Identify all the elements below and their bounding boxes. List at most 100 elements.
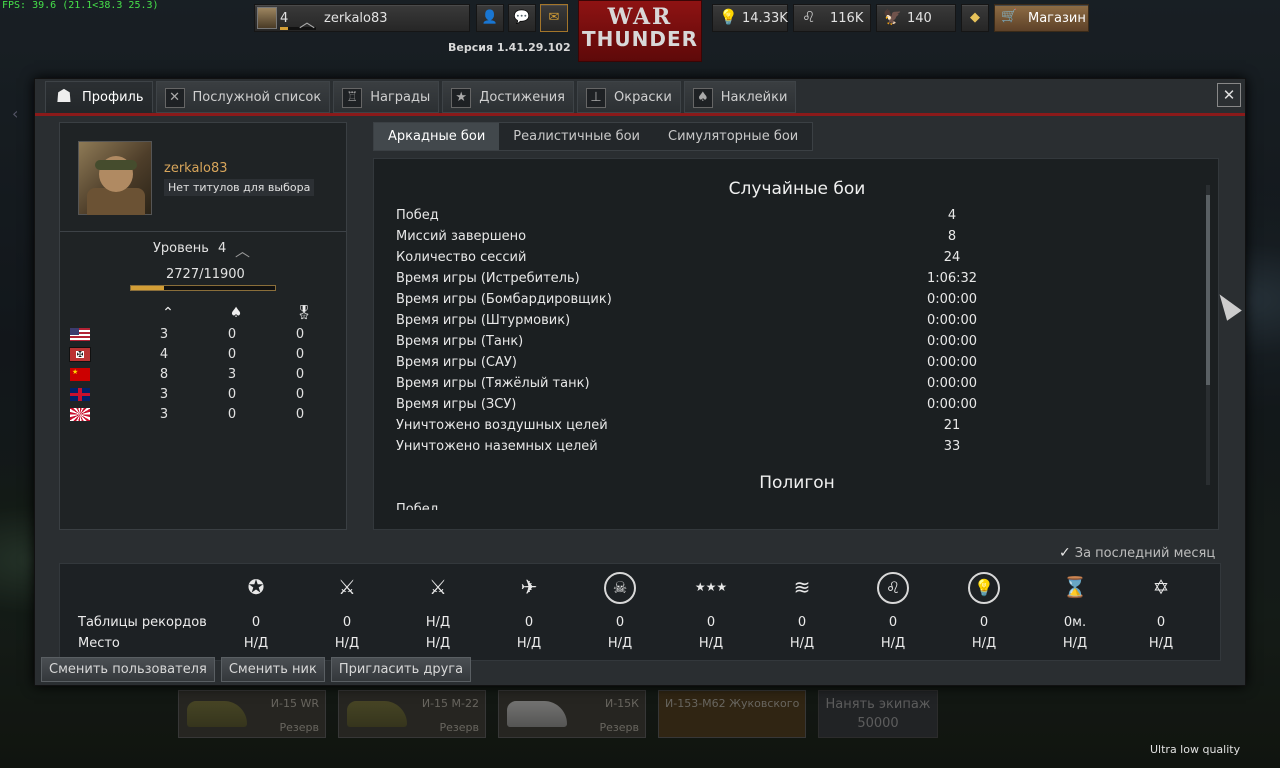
place-value: Н/Д	[607, 636, 633, 651]
aircraft-chevron-icon: ⌃	[162, 305, 174, 321]
germany-flag-icon: ✠	[69, 347, 91, 362]
nation-value: 8	[159, 367, 169, 382]
stat-label: Время игры (САУ)	[396, 355, 517, 370]
nation-value: 0	[295, 387, 305, 402]
rank-number: 4	[280, 11, 289, 26]
shop-button[interactable]: 🛒 Магазин	[994, 4, 1089, 32]
tab-arcade[interactable]: Аркадные бои	[374, 123, 500, 150]
stat-value: 21	[943, 418, 961, 433]
chevron-left-icon[interactable]: ‹	[12, 104, 18, 123]
profile-window: ☗ Профиль ✕ Послужной список ♖ Награды ★ Дос…	[34, 78, 1246, 686]
usa-flag-icon	[70, 328, 90, 341]
tab-realistic[interactable]: Реалистичные бои	[499, 123, 654, 150]
tab-label: Профиль	[82, 90, 144, 105]
scrollbar-thumb[interactable]	[1206, 195, 1210, 385]
trophy-icon: ♖	[342, 88, 363, 108]
nation-value: 3	[159, 327, 169, 342]
place-label: Место	[78, 636, 120, 651]
nation-value: 3	[159, 387, 169, 402]
avatar	[257, 7, 277, 29]
place-value: Н/Д	[880, 636, 906, 651]
player-name: zerkalo83	[164, 161, 228, 176]
stat-row: Время игры (Тяжёлый танк) 0:00:00	[396, 376, 1016, 397]
crossed-swords-star-icon: ⚔	[429, 575, 447, 599]
version-label: Версия 1.41.29.102	[448, 41, 571, 54]
close-icon[interactable]: ✕	[1217, 83, 1241, 107]
stat-row: Количество сессий 24	[396, 250, 1016, 271]
japan-flag-icon	[70, 408, 90, 421]
skull-icon: ☠	[604, 572, 636, 604]
stat-label: Побед	[396, 208, 439, 223]
tab-service-record[interactable]: ✕ Послужной список	[155, 81, 331, 113]
nation-value: 0	[227, 347, 237, 362]
stat-label: Побед	[396, 502, 439, 510]
avatar-goggles	[95, 160, 137, 170]
stat-value: 0:00:00	[926, 397, 978, 412]
divider	[60, 231, 346, 232]
tab-skins[interactable]: ⊥ Окраски	[577, 81, 681, 113]
stat-row: Миссий завершено 8	[396, 229, 1016, 250]
golden-eagles-value: 140	[907, 11, 932, 26]
rank-chevron-icon: ︿	[299, 12, 316, 31]
stat-label: Время игры (Истребитель)	[396, 271, 580, 286]
stat-label: Уничтожено воздушных целей	[396, 418, 608, 433]
stat-row: Время игры (Штурмовик) 0:00:00	[396, 313, 1016, 334]
player-panel: zerkalo83 Нет титулов для выбора Уровень…	[59, 122, 347, 530]
place-value: Н/Д	[1148, 636, 1174, 651]
last-month-toggle[interactable]: ✓ За последний месяц	[1059, 545, 1215, 561]
crossed-swords-icon: ✕	[164, 88, 185, 108]
stat-label: Время игры (Танк)	[396, 334, 524, 349]
research-points: 💡 14.33K	[712, 4, 788, 32]
stat-value: 33	[943, 439, 961, 454]
friends-icon[interactable]: 👤	[476, 4, 504, 32]
stat-row: Побед 4	[396, 208, 1016, 229]
chat-icon[interactable]: 💬	[508, 4, 536, 32]
header-divider	[35, 113, 1245, 116]
experience-bar	[130, 285, 276, 291]
nation-value: 0	[295, 327, 305, 342]
change-user-button[interactable]: Сменить пользователя	[41, 657, 215, 682]
place-value: Н/Д	[425, 636, 451, 651]
wing-star-icon: ✪	[247, 575, 265, 599]
nation-value: 3	[227, 367, 237, 382]
tab-profile[interactable]: ☗ Профиль	[45, 81, 153, 113]
stat-value: 0:00:00	[926, 355, 978, 370]
section-title: Полигон	[759, 473, 835, 493]
place-value: Н/Д	[971, 636, 997, 651]
crossed-swords-icon: ⚔	[338, 575, 356, 599]
stat-row: Время игры (ЗСУ) 0:00:00	[396, 397, 1016, 418]
tab-label: Окраски	[614, 90, 672, 105]
star-diamond-icon: ✡	[1152, 575, 1170, 599]
title-selector[interactable]: Нет титулов для выбора	[164, 179, 315, 196]
avatar-jacket	[87, 188, 145, 215]
place-value: Н/Д	[789, 636, 815, 651]
tab-simulator[interactable]: Симуляторные бои	[654, 123, 812, 150]
tab-achievements[interactable]: ★ Достижения	[442, 81, 575, 113]
tab-awards[interactable]: ♖ Награды	[333, 81, 440, 113]
stat-label: Уничтожено наземных целей	[396, 439, 598, 454]
stat-value: 0:00:00	[926, 334, 978, 349]
record-value: 0	[979, 615, 989, 630]
record-value: 0	[251, 615, 261, 630]
eagle-icon: 🦅	[883, 8, 902, 26]
stat-row: Время игры (Танк) 0:00:00	[396, 334, 1016, 355]
mail-icon[interactable]: ✉	[540, 4, 568, 32]
place-value: Н/Д	[698, 636, 724, 651]
stat-label: Количество сессий	[396, 250, 527, 265]
change-nick-button[interactable]: Сменить ник	[220, 657, 325, 682]
profile-bar[interactable]: 4 ︿ zerkalo83	[254, 4, 470, 32]
nation-value: 0	[227, 407, 237, 422]
place-value: Н/Д	[334, 636, 360, 651]
stat-value: 8	[947, 229, 957, 244]
stat-label: Миссий завершено	[396, 229, 527, 244]
stat-row: Уничтожено воздушных целей 21	[396, 418, 1016, 439]
cart-icon: 🛒	[1001, 9, 1018, 24]
tab-decals[interactable]: ♠ Наклейки	[683, 81, 797, 113]
place-value: Н/Д	[243, 636, 269, 651]
premium-icon[interactable]: ◆	[961, 4, 989, 32]
stat-label: Время игры (Тяжёлый танк)	[396, 376, 590, 391]
avatar[interactable]	[78, 141, 152, 215]
experience-value: 2727/11900	[166, 267, 245, 282]
rank-chevron-icon: ︿	[235, 242, 251, 260]
invite-friend-button[interactable]: Пригласить друга	[330, 657, 472, 682]
